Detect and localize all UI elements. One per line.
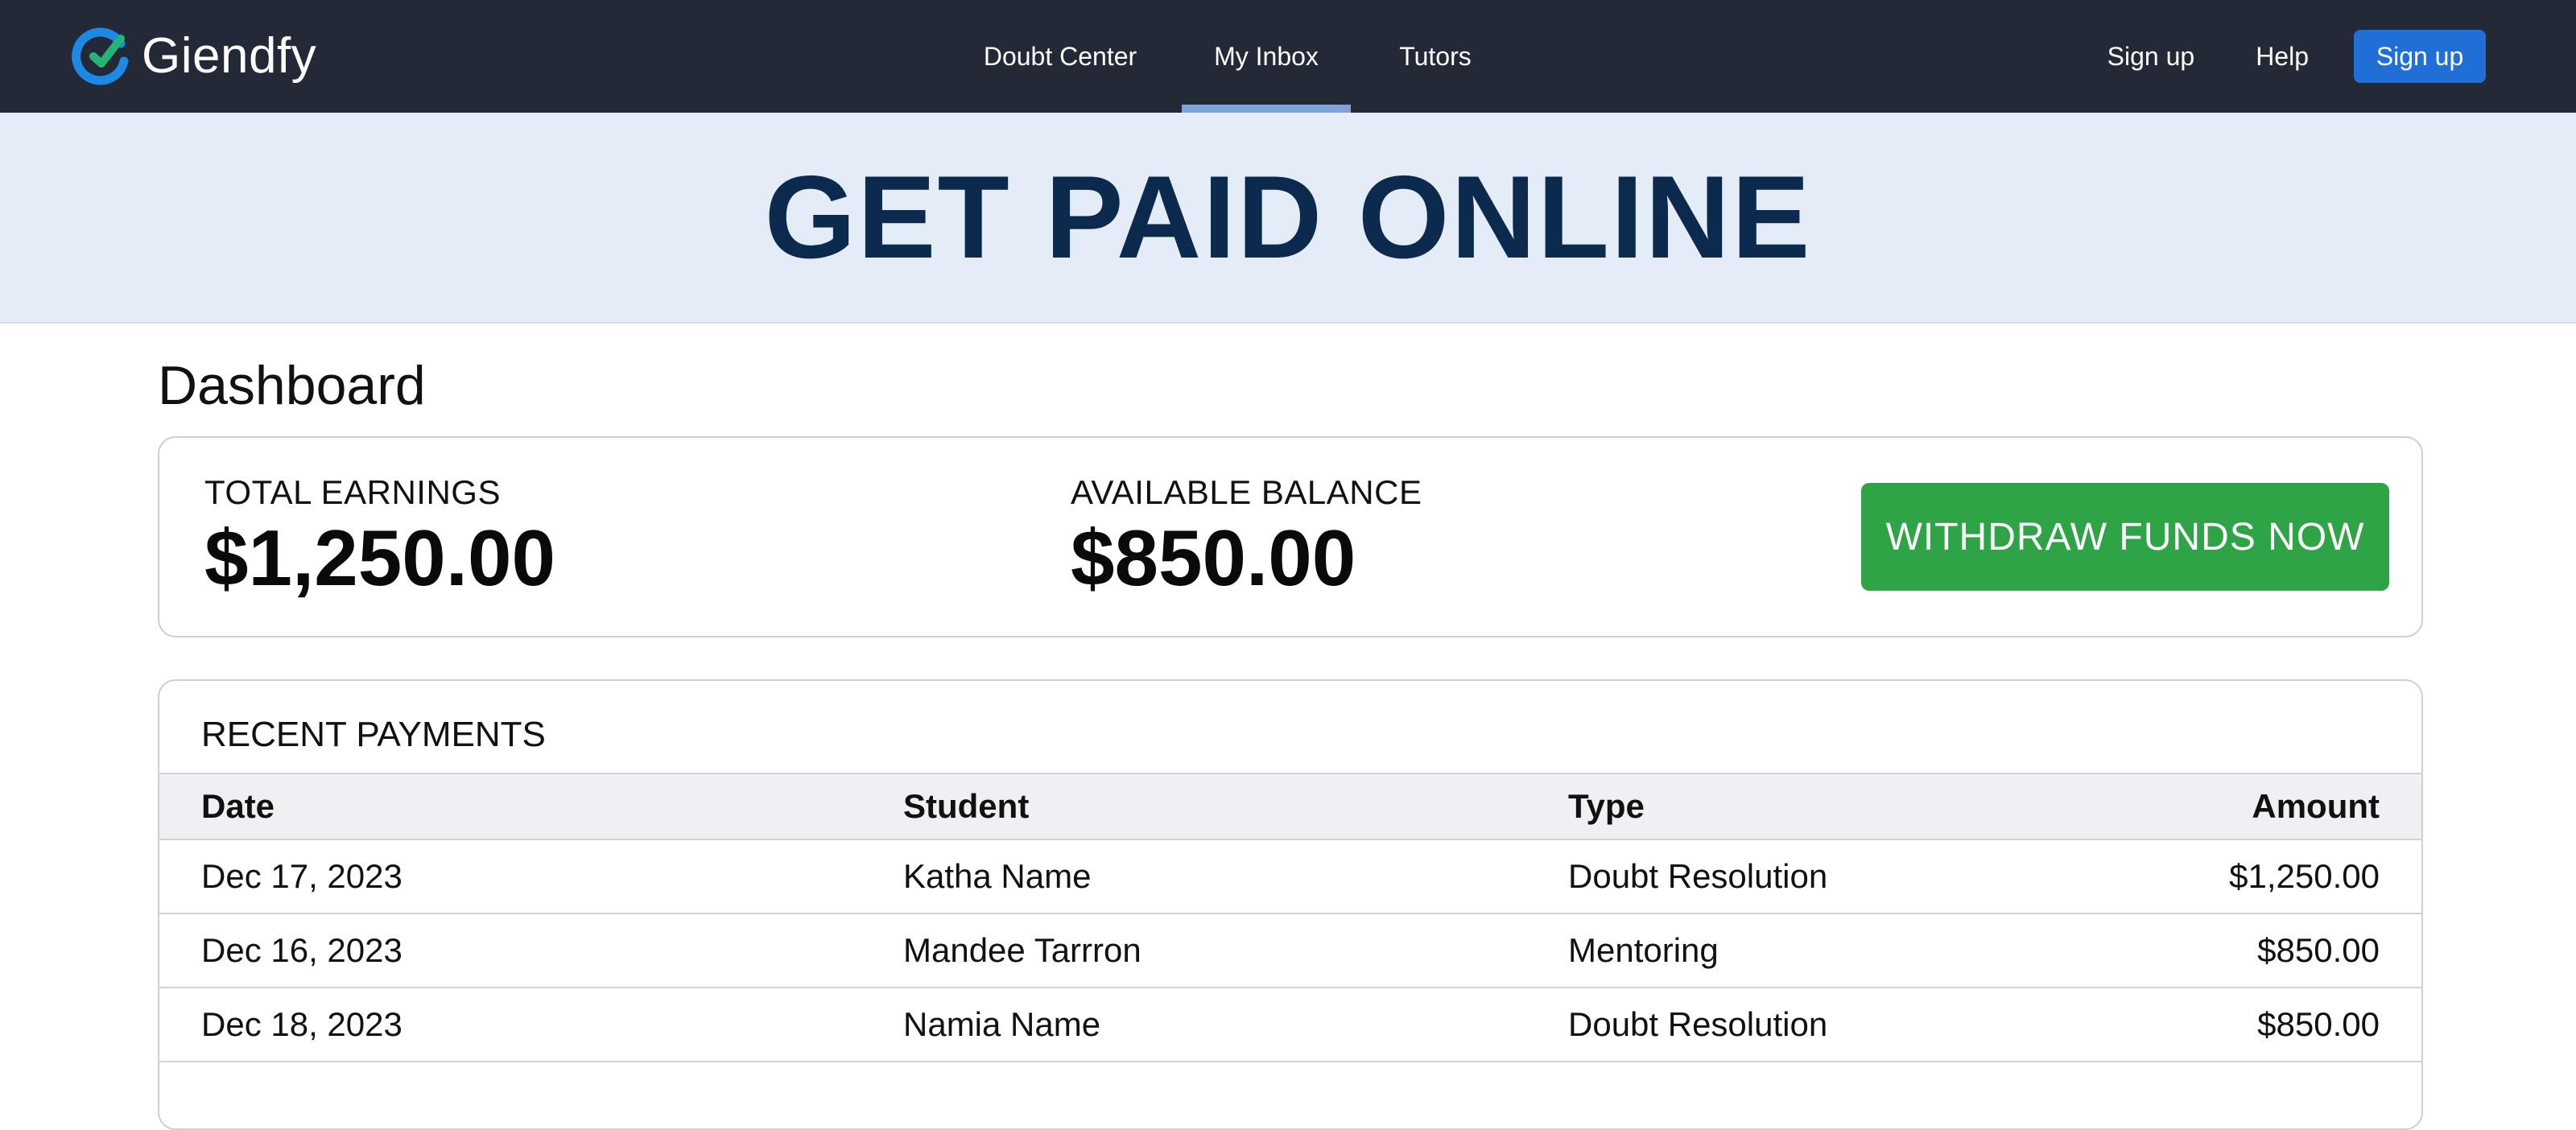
payments-table: Date Student Type Amount Dec 17, 2023 Ka… <box>159 773 2421 1128</box>
payment-amount: $850.00 <box>2257 931 2380 969</box>
payment-student: Katha Name <box>903 857 1092 895</box>
table-row[interactable]: Dec 18, 2023 Namia Name Doubt Resolution… <box>159 987 2421 1061</box>
payment-date: Dec 18, 2023 <box>201 1005 402 1043</box>
available-balance-label: AVAILABLE BALANCE <box>1071 473 1422 511</box>
table-header-row: Date Student Type Amount <box>159 773 2421 839</box>
brand-logo-icon <box>72 27 129 85</box>
table-row[interactable]: Dec 17, 2023 Katha Name Doubt Resolution… <box>159 839 2421 913</box>
main-nav: Doubt Center My Inbox Tutors <box>939 0 1520 113</box>
payment-date: Dec 16, 2023 <box>201 931 402 969</box>
nav-doubt-center[interactable]: Doubt Center <box>939 0 1182 113</box>
page-title: Dashboard <box>158 355 426 416</box>
nav-tutors[interactable]: Tutors <box>1351 0 1520 113</box>
recent-payments-card: RECENT PAYMENTS Date Student Type Amount… <box>158 679 2423 1130</box>
nav-my-inbox[interactable]: My Inbox <box>1182 0 1351 113</box>
help-link[interactable]: Help <box>2256 42 2309 72</box>
available-balance: AVAILABLE BALANCE $850.00 <box>1071 473 1422 597</box>
payment-student: Mandee Tarrron <box>903 931 1141 969</box>
column-header-date[interactable]: Date <box>201 787 275 826</box>
brand-logo[interactable]: Giendfy <box>71 24 316 89</box>
total-earnings: TOTAL EARNINGS $1,250.00 <box>204 473 555 597</box>
payment-type: Mentoring <box>1568 931 1719 969</box>
recent-payments-title: RECENT PAYMENTS <box>201 715 546 754</box>
signup-link[interactable]: Sign up <box>2107 42 2195 72</box>
table-row[interactable]: Dec 16, 2023 Mandee Tarrron Mentoring $8… <box>159 913 2421 987</box>
column-header-amount[interactable]: Amount <box>2252 787 2380 826</box>
brand-name: Giendfy <box>142 28 317 84</box>
top-navbar: Giendfy Doubt Center My Inbox Tutors Sig… <box>0 0 2576 113</box>
payment-type: Doubt Resolution <box>1568 857 1828 895</box>
column-header-type[interactable]: Type <box>1568 787 1645 826</box>
payment-amount: $1,250.00 <box>2229 857 2380 895</box>
earnings-summary-card: TOTAL EARNINGS $1,250.00 AVAILABLE BALAN… <box>158 436 2423 637</box>
withdraw-funds-button[interactable]: WITHDRAW FUNDS NOW <box>1861 483 2389 591</box>
table-row-partial <box>159 1061 2421 1128</box>
column-header-student[interactable]: Student <box>903 787 1029 826</box>
payment-amount: $850.00 <box>2257 1005 2380 1043</box>
nav-actions: Sign up Help Sign up <box>2107 0 2486 113</box>
signup-button[interactable]: Sign up <box>2354 30 2486 83</box>
total-earnings-label: TOTAL EARNINGS <box>204 473 501 511</box>
available-balance-value: $850.00 <box>1071 513 1356 602</box>
payment-date: Dec 17, 2023 <box>201 857 402 895</box>
hero-title: GET PAID ONLINE <box>764 151 1812 282</box>
payment-student: Namia Name <box>903 1005 1101 1043</box>
payment-type: Doubt Resolution <box>1568 1005 1828 1043</box>
hero-banner: GET PAID ONLINE <box>0 113 2576 324</box>
total-earnings-value: $1,250.00 <box>204 513 555 602</box>
